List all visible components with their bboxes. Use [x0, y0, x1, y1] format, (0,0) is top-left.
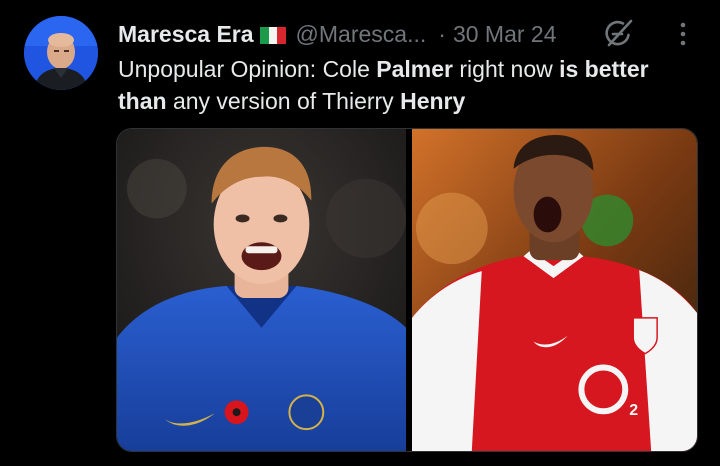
text-part-bold: Henry	[400, 88, 466, 114]
display-name[interactable]: Maresca Era	[118, 19, 254, 49]
user-handle[interactable]: @Maresca...	[296, 19, 427, 49]
avatar[interactable]	[24, 16, 98, 90]
text-part: right now	[453, 56, 560, 82]
tweet-header: Maresca Era @Maresca... · 30 Mar 24	[118, 19, 557, 49]
tweet-date[interactable]: 30 Mar 24	[453, 19, 557, 49]
text-part-bold: Palmer	[376, 56, 453, 82]
svg-text:2: 2	[629, 402, 638, 419]
text-part: Unpopular Opinion: Cole	[118, 56, 377, 82]
italy-flag-icon	[259, 26, 286, 44]
thierry-henry-photo[interactable]: 2	[412, 129, 697, 451]
media-grid: 2	[116, 128, 698, 452]
avatar-image	[24, 16, 98, 90]
cole-palmer-photo[interactable]	[117, 129, 406, 451]
separator-dot: ·	[438, 21, 446, 47]
grok-icon[interactable]	[601, 15, 637, 51]
more-options-icon[interactable]	[672, 16, 694, 52]
text-part: any version of Thierry	[166, 88, 401, 114]
tweet-text: Unpopular Opinion: Cole Palmer right now…	[118, 53, 678, 117]
